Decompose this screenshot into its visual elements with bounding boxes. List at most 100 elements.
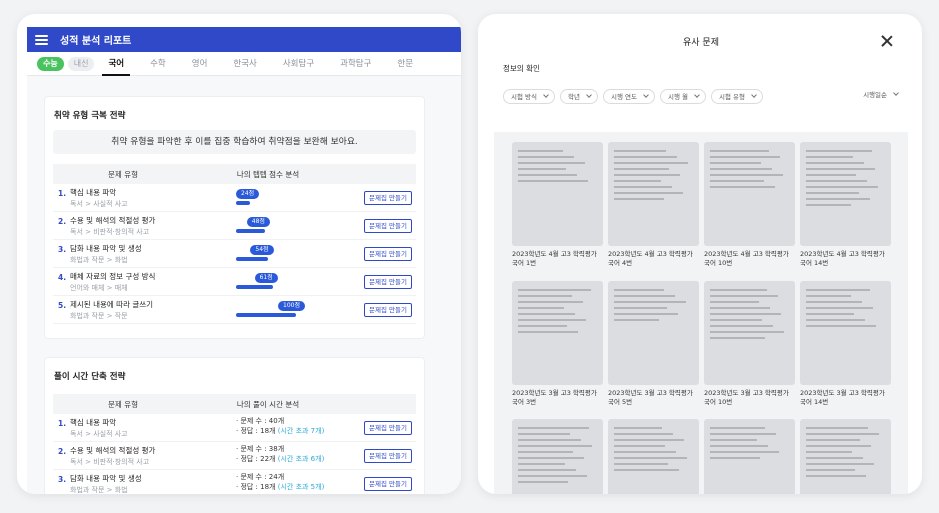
problem-type: 수용 및 해석의 적절성 평가 xyxy=(70,445,156,455)
problem-tile[interactable] xyxy=(800,419,891,494)
filter-chip[interactable]: 시험 유형 xyxy=(710,88,763,104)
text-line xyxy=(518,295,572,297)
text-line xyxy=(518,180,588,182)
problem-category: 독서 > 비판적·창의적 사고 xyxy=(70,457,150,466)
problem-tile[interactable]: 2023학년도 4월 고3 학력평가 국어 4번 xyxy=(608,142,699,268)
filter-chip[interactable]: 시행 연도 xyxy=(602,88,655,104)
make-workbook-button[interactable]: 문제집 만들기 xyxy=(364,449,412,463)
chevron-down-icon xyxy=(893,90,899,96)
problem-count: · 문제 수 : 40개 xyxy=(236,417,285,425)
text-line xyxy=(614,445,665,447)
score-bar xyxy=(236,201,251,205)
menu-icon[interactable] xyxy=(35,34,48,45)
text-line xyxy=(614,427,662,429)
problem-tile[interactable]: 2023학년도 4월 고3 학력평가 국어 14번 xyxy=(800,142,891,268)
text-line xyxy=(614,433,673,435)
exam-tab-naesin[interactable]: 내신 xyxy=(67,56,95,71)
tab-science[interactable]: 과학탐구 xyxy=(340,52,371,76)
problem-tile[interactable]: 2023학년도 3월 고3 학력평가 국어 14번 xyxy=(800,281,891,407)
text-line xyxy=(806,162,864,164)
make-workbook-button[interactable]: 문제집 만들기 xyxy=(364,247,412,261)
text-line xyxy=(614,451,676,453)
report-screen: 성적 분석 리포트 수능 내신 국어 수학 영어 한국사 사회탐구 과학탐구 한… xyxy=(27,27,461,494)
filter-label: 학년 xyxy=(568,93,580,101)
tab-social-studies[interactable]: 사회탐구 xyxy=(283,52,314,76)
problem-tile[interactable] xyxy=(608,419,699,494)
time-over-count: (시간 초과 6개) xyxy=(277,455,325,463)
exam-tab-suneung[interactable]: 수능 xyxy=(37,56,64,71)
row-titles: 매체 자료의 정보 구성 방식 언어와 매체 > 매체 xyxy=(70,271,240,293)
problem-thumbnail xyxy=(800,142,891,246)
problem-title: 2023학년도 4월 고3 학력평가 국어 14번 xyxy=(800,250,885,267)
text-line xyxy=(710,319,762,321)
filter-chip[interactable]: 시험 방식 xyxy=(503,88,555,104)
score-bar-area: 100점 xyxy=(236,298,366,322)
table-row: 5. 제시된 내용에 따라 글쓰기 화법과 작문 > 작문 100점 문제집 만들기 xyxy=(53,296,416,324)
filter-chip[interactable]: 학년 xyxy=(560,88,598,104)
table-header: 문제 유형 나의 텝텝 점수 분석 xyxy=(53,164,416,184)
problem-thumbnail xyxy=(512,419,603,494)
similar-problems-screen: 유사 문제 정보의 확인 시험 방식 학년 시행 연도 시행 월 시험 유형 시행일순 2… xyxy=(494,27,908,494)
text-line xyxy=(806,433,879,435)
section-title: 취약 유형 극복 전략 xyxy=(54,111,126,121)
problem-tile[interactable] xyxy=(704,419,795,494)
correct-label: · 정답 : 18개 xyxy=(236,483,276,491)
filter-chip[interactable]: 시행 월 xyxy=(659,88,706,104)
header: 유사 문제 xyxy=(494,27,908,56)
text-line xyxy=(710,331,784,333)
report-phone-card: 성적 분석 리포트 수능 내신 국어 수학 영어 한국사 사회탐구 과학탐구 한… xyxy=(17,14,461,494)
tab-english[interactable]: 영어 xyxy=(192,52,208,76)
text-line xyxy=(710,150,769,152)
row-number: 3. xyxy=(58,475,67,484)
problem-tile[interactable]: 2023학년도 3월 고3 학력평가 국어 5번 xyxy=(608,281,699,407)
problem-tile[interactable]: 2023학년도 4월 고3 학력평가 국어 10번 xyxy=(704,142,795,268)
problem-grid: 2023학년도 4월 고3 학력평가 국어 1번 2023학년도 4월 고3 학력… xyxy=(494,132,908,494)
tab-hanmun[interactable]: 한문 xyxy=(397,52,413,76)
table-row: 3. 담화 내용 파악 및 생성 화법과 작문 > 화법 54점 문제집 만들기 xyxy=(53,240,416,268)
problem-tile[interactable]: 2023학년도 3월 고3 학력평가 국어 3번 xyxy=(512,281,603,407)
time-over-count: (시간 초과 5개) xyxy=(277,483,325,491)
problem-title: 2023학년도 4월 고3 학력평가 국어 10번 xyxy=(704,250,789,267)
score-bar xyxy=(236,313,296,317)
make-workbook-button[interactable]: 문제집 만들기 xyxy=(364,303,412,317)
text-line xyxy=(710,325,773,327)
problem-tile[interactable]: 2023학년도 4월 고3 학력평가 국어 1번 xyxy=(512,142,603,268)
table-row: 2. 수용 및 해석의 적절성 평가 독서 > 비판적·창의적 사고 · 문제 수 :… xyxy=(53,442,416,470)
score-badge: 61점 xyxy=(254,273,278,283)
text-line xyxy=(806,313,854,315)
make-workbook-button[interactable]: 문제집 만들기 xyxy=(364,219,412,233)
make-workbook-button[interactable]: 문제집 만들기 xyxy=(364,191,412,205)
problem-type: 제시된 내용에 따라 글쓰기 xyxy=(70,299,154,309)
problem-thumbnail xyxy=(608,419,699,494)
close-icon[interactable] xyxy=(880,34,894,48)
score-bar-area: 24점 xyxy=(236,186,366,210)
row-titles: 수용 및 해석의 적절성 평가독서 > 비판적·창의적 사고 xyxy=(70,445,240,467)
text-line xyxy=(518,475,587,477)
make-workbook-button[interactable]: 문제집 만들기 xyxy=(364,477,412,491)
text-line xyxy=(710,313,781,315)
score-bar xyxy=(236,229,265,233)
tab-korean[interactable]: 국어 xyxy=(102,52,130,76)
text-line xyxy=(710,433,776,435)
problem-type: 핵심 내용 파악 xyxy=(70,187,117,197)
text-line xyxy=(806,295,851,297)
text-line xyxy=(806,307,873,309)
time-rows: 1. 핵심 내용 파악 독서 > 사실적 사고 · 문제 수 : 40개 · 정답 : … xyxy=(53,414,416,494)
text-line xyxy=(806,451,852,453)
problem-tile[interactable] xyxy=(512,419,603,494)
correct-label: · 정답 : 18개 xyxy=(236,427,276,435)
sort-select[interactable]: 시행일순 xyxy=(863,89,899,99)
tab-math[interactable]: 수학 xyxy=(150,52,166,76)
row-number: 5. xyxy=(58,301,67,310)
make-workbook-button[interactable]: 문제집 만들기 xyxy=(364,421,412,435)
problem-thumbnail xyxy=(608,142,699,246)
tab-korean-history[interactable]: 한국사 xyxy=(233,52,256,76)
chevron-down-icon xyxy=(751,92,757,98)
text-line xyxy=(710,289,767,291)
text-line xyxy=(518,156,574,158)
make-workbook-button[interactable]: 문제집 만들기 xyxy=(364,275,412,289)
row-titles: 수용 및 해석의 적절성 평가 독서 > 비판적·창의적 사고 xyxy=(70,215,240,237)
problem-tile[interactable]: 2023학년도 3월 고3 학력평가 국어 10번 xyxy=(704,281,795,407)
problem-title: 2023학년도 3월 고3 학력평가 국어 5번 xyxy=(608,389,693,406)
text-line xyxy=(806,150,872,152)
